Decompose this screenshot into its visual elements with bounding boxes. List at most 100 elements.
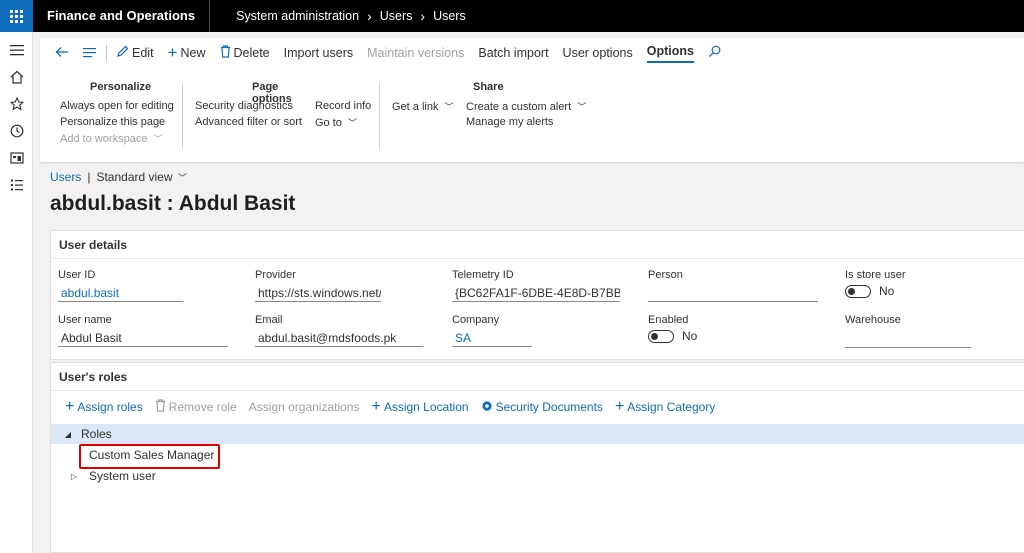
plus-icon: +	[371, 398, 381, 415]
breadcrumb: System administration › Users › Users	[236, 8, 466, 24]
edit-button[interactable]: Edit	[109, 38, 161, 68]
warehouse-field: Warehouse	[845, 314, 971, 348]
workspaces-icon[interactable]	[0, 144, 33, 171]
enabled-field: Enabled No	[648, 314, 768, 343]
is-store-user-label: Is store user	[845, 269, 906, 281]
share-group-title: Share	[473, 81, 504, 93]
new-label: New	[180, 46, 206, 60]
create-a-custom-alert[interactable]: Create a custom alert ﹀	[466, 100, 586, 113]
person-value[interactable]	[648, 284, 818, 302]
email-value[interactable]: abdul.basit@mdsfoods.pk	[255, 329, 423, 347]
trash-icon	[155, 399, 166, 415]
chevron-right-icon: ›	[420, 8, 426, 24]
collapse-triangle-icon[interactable]: ◢	[63, 430, 73, 439]
record-info[interactable]: Record info	[315, 100, 371, 112]
email-field: Email abdul.basit@mdsfoods.pk	[255, 314, 423, 347]
tree-node-roles-label: Roles	[81, 427, 112, 441]
assign-category-button[interactable]: + Assign Category	[609, 399, 721, 415]
security-documents-button[interactable]: Security Documents	[475, 400, 609, 415]
breadcrumb-system-administration[interactable]: System administration	[236, 9, 359, 23]
edit-label: Edit	[132, 46, 154, 60]
personalize-this-page[interactable]: Personalize this page	[60, 116, 165, 128]
back-arrow-icon	[55, 46, 69, 61]
new-button[interactable]: + New	[161, 38, 213, 68]
group-divider	[379, 84, 380, 148]
batch-import-button[interactable]: Batch import	[471, 38, 555, 68]
assign-location-label: Assign Location	[383, 400, 469, 414]
search-button[interactable]	[701, 38, 728, 68]
chevron-down-icon: ﹀	[153, 134, 163, 144]
provider-value[interactable]: https://sts.windows.net/	[255, 284, 381, 302]
toggle-switch-icon	[648, 329, 674, 343]
delete-label: Delete	[233, 46, 270, 60]
telemetry-id-value[interactable]: {BC62FA1F-6DBE-4E8D-B7BB...	[452, 284, 620, 302]
advanced-filter-or-sort[interactable]: Advanced filter or sort	[195, 116, 302, 128]
user-name-value[interactable]: Abdul Basit	[58, 329, 228, 347]
company-label: Company	[452, 314, 500, 326]
assign-location-button[interactable]: + Assign Location	[365, 398, 474, 415]
warehouse-label: Warehouse	[845, 314, 901, 326]
is-store-user-toggle[interactable]: No	[845, 284, 975, 298]
get-a-link[interactable]: Get a link ﹀	[392, 100, 454, 113]
go-to[interactable]: Go to ﹀	[315, 116, 357, 129]
user-id-value[interactable]: abdul.basit	[58, 284, 183, 302]
assign-roles-label: Assign roles	[77, 400, 143, 414]
top-bar: Finance and Operations System administra…	[0, 0, 1024, 32]
enabled-toggle[interactable]: No	[648, 329, 768, 343]
app-launcher-icon[interactable]	[0, 0, 33, 32]
trash-icon	[220, 45, 231, 61]
security-diagnostics[interactable]: Security diagnostics	[195, 100, 293, 112]
telemetry-id-label: Telemetry ID	[452, 269, 514, 281]
person-label: Person	[648, 269, 683, 281]
separator	[106, 45, 107, 61]
company-field: Company SA	[452, 314, 532, 347]
app-name[interactable]: Finance and Operations	[33, 0, 211, 32]
modules-list-icon[interactable]	[0, 171, 33, 198]
warehouse-value[interactable]	[845, 330, 971, 348]
recent-clock-icon[interactable]	[0, 117, 33, 144]
add-to-workspace[interactable]: Add to workspace ﹀	[60, 132, 163, 145]
maintain-versions-button[interactable]: Maintain versions	[360, 38, 471, 68]
assign-organizations-button[interactable]: Assign organizations	[243, 400, 366, 414]
highlight-box	[79, 444, 220, 469]
user-options-button[interactable]: User options	[556, 38, 640, 68]
plus-icon: +	[65, 398, 75, 415]
remove-role-button[interactable]: Remove role	[149, 399, 243, 415]
options-tab-label: Options	[646, 44, 694, 63]
menu-button[interactable]	[76, 38, 104, 68]
tree-node-roles[interactable]: ◢ Roles	[51, 424, 1024, 444]
manage-my-alerts[interactable]: Manage my alerts	[466, 116, 553, 128]
toggle-switch-icon	[845, 284, 871, 298]
user-id-label: User ID	[58, 269, 96, 281]
back-button[interactable]	[48, 38, 76, 68]
breadcrumb-users-module[interactable]: Users	[380, 9, 413, 23]
tree-node-system-user-label: System user	[89, 469, 156, 483]
always-open-for-editing[interactable]: Always open for editing	[60, 100, 174, 112]
hamburger-menu-icon[interactable]	[0, 36, 33, 63]
page-title: abdul.basit : Abdul Basit	[50, 192, 296, 215]
home-icon[interactable]	[0, 63, 33, 90]
assign-roles-button[interactable]: + Assign roles	[59, 398, 149, 415]
delete-button[interactable]: Delete	[213, 38, 277, 68]
company-value[interactable]: SA	[452, 329, 532, 347]
provider-field: Provider https://sts.windows.net/	[255, 269, 381, 302]
users-roles-header[interactable]: User's roles	[51, 363, 1024, 391]
user-details-section: User details User ID abdul.basit Provide…	[50, 230, 1024, 360]
breadcrumb-users-page[interactable]: Users	[433, 9, 466, 23]
telemetry-id-field: Telemetry ID {BC62FA1F-6DBE-4E8D-B7BB...	[452, 269, 620, 302]
options-tab[interactable]: Options	[640, 38, 701, 68]
import-users-button[interactable]: Import users	[277, 38, 360, 68]
standard-view-label: Standard view	[96, 170, 173, 184]
standard-view-dropdown[interactable]: Standard view ﹀	[96, 170, 186, 184]
expand-triangle-icon[interactable]: ▷	[69, 472, 79, 481]
action-pane: Edit + New Delete Import users Maintain …	[40, 38, 1024, 162]
view-selector: Users | Standard view ﹀	[50, 170, 187, 184]
tree-node-system-user[interactable]: ▷ System user	[51, 466, 1024, 486]
user-name-label: User name	[58, 314, 112, 326]
chevron-down-icon: ﹀	[577, 102, 587, 112]
enabled-label: Enabled	[648, 314, 689, 326]
favorites-star-icon[interactable]	[0, 90, 33, 117]
view-separator: |	[87, 170, 91, 184]
user-details-header[interactable]: User details	[51, 231, 1024, 259]
users-link[interactable]: Users	[50, 170, 81, 184]
